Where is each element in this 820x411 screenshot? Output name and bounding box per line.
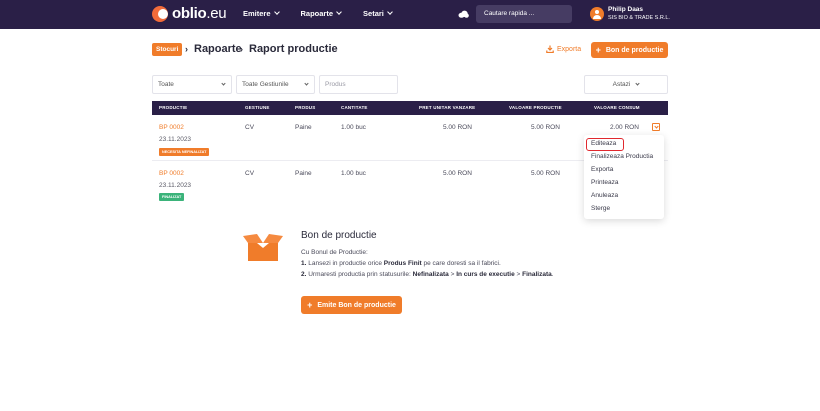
column-header[interactable]: PRET UNITAR VANZARE [419, 105, 475, 110]
logo-text: oblio.eu [172, 5, 227, 22]
box-icon [243, 234, 283, 261]
status-filter-select[interactable]: Toate [152, 75, 232, 94]
main-nav: Emitere Rapoarte Setari [243, 9, 414, 18]
plus-icon: + [307, 300, 313, 310]
document-date: 23.11.2023 [159, 136, 192, 143]
download-icon [546, 45, 554, 53]
chevron-down-icon [304, 81, 309, 86]
row-actions-toggle-icon[interactable] [652, 123, 660, 131]
status-badge: NECESITA NEFINALIZAT [159, 148, 210, 156]
column-header[interactable]: PRODUS [295, 105, 315, 110]
breadcrumb-separator: › [240, 44, 243, 54]
production-value-cell: 5.00 RON [531, 170, 560, 177]
menu-item-export[interactable]: Exporta [591, 166, 613, 173]
product-cell: Paine [295, 124, 312, 131]
breadcrumb-separator: › [185, 44, 188, 54]
product-cell: Paine [295, 170, 312, 177]
unit-price-cell: 5.00 RON [443, 170, 472, 177]
logo[interactable]: oblio.eu [152, 5, 227, 22]
info-step-2: 2. Urmaresti productia prin statusurile:… [301, 271, 554, 278]
unit-price-cell: 5.00 RON [443, 124, 472, 131]
emit-production-voucher-button[interactable]: + Emite Bon de productie [301, 296, 402, 314]
top-navbar: oblio.eu Emitere Rapoarte Setari Cautare… [0, 0, 820, 29]
page-title: Raport productie [249, 43, 338, 55]
chevron-down-icon [221, 81, 226, 86]
production-value-cell: 5.00 RON [531, 124, 560, 131]
column-header[interactable]: PRODUCTIE [159, 105, 187, 110]
menu-item-delete[interactable]: Sterge [591, 205, 610, 212]
quantity-cell: 1.00 buc [341, 170, 366, 177]
warehouse-filter-select[interactable]: Toate Gestiunile [236, 75, 315, 94]
quantity-cell: 1.00 buc [341, 124, 366, 131]
nav-rapoarte[interactable]: Rapoarte [301, 9, 342, 18]
export-link[interactable]: Exporta [546, 45, 581, 53]
warehouse-cell: CV [245, 170, 255, 177]
user-name[interactable]: Philip Daas [608, 6, 643, 13]
document-date: 23.11.2023 [159, 182, 192, 189]
plus-icon: + [595, 45, 601, 55]
nav-emitere[interactable]: Emitere [243, 9, 280, 18]
menu-item-cancel[interactable]: Anuleaza [591, 192, 618, 199]
breadcrumb-rapoarte[interactable]: Rapoarte [194, 43, 242, 55]
menu-item-print[interactable]: Printeaza [591, 179, 618, 186]
column-header[interactable]: CANTITATE [341, 105, 368, 110]
period-filter-select[interactable]: Astazi [584, 75, 668, 94]
column-header[interactable]: GESTIUNE [245, 105, 270, 110]
breadcrumb-stocuri[interactable]: Stocuri [152, 43, 183, 56]
info-intro: Cu Bonul de Productie: [301, 249, 368, 256]
status-badge: FINALIZAT [159, 193, 185, 201]
user-avatar[interactable] [590, 7, 604, 21]
document-number-link[interactable]: BP 0002 [159, 124, 184, 131]
cloud-icon[interactable] [458, 10, 469, 18]
product-filter-input[interactable]: Produs [319, 75, 398, 94]
menu-item-finalize[interactable]: Finalizeaza Productia [591, 153, 653, 160]
quick-search-input[interactable]: Cautare rapida ... [476, 5, 572, 23]
user-company[interactable]: SIS BIO & TRADE S.R.L. [608, 15, 670, 21]
column-header[interactable]: VALOARE PRODUCTIE [509, 105, 562, 110]
document-number-link[interactable]: BP 0002 [159, 170, 184, 177]
logo-icon [152, 6, 168, 22]
column-header[interactable]: VALOARE CONSUM [594, 105, 640, 110]
info-title: Bon de productie [301, 230, 377, 241]
table-header: PRODUCTIE GESTIUNE PRODUS CANTITATE PRET… [152, 101, 668, 115]
chevron-down-icon [635, 81, 640, 86]
chevron-down-icon [336, 9, 342, 15]
chevron-down-icon [273, 9, 280, 15]
consumption-value-cell: 2.00 RON [610, 124, 639, 131]
new-production-voucher-button[interactable]: + Bon de productie [591, 42, 668, 58]
chevron-down-icon [387, 9, 393, 15]
edit-highlight-outline [586, 138, 624, 151]
info-step-1: 1. Lansezi in productie orice Produs Fin… [301, 260, 501, 267]
nav-setari[interactable]: Setari [363, 9, 393, 18]
warehouse-cell: CV [245, 124, 255, 131]
